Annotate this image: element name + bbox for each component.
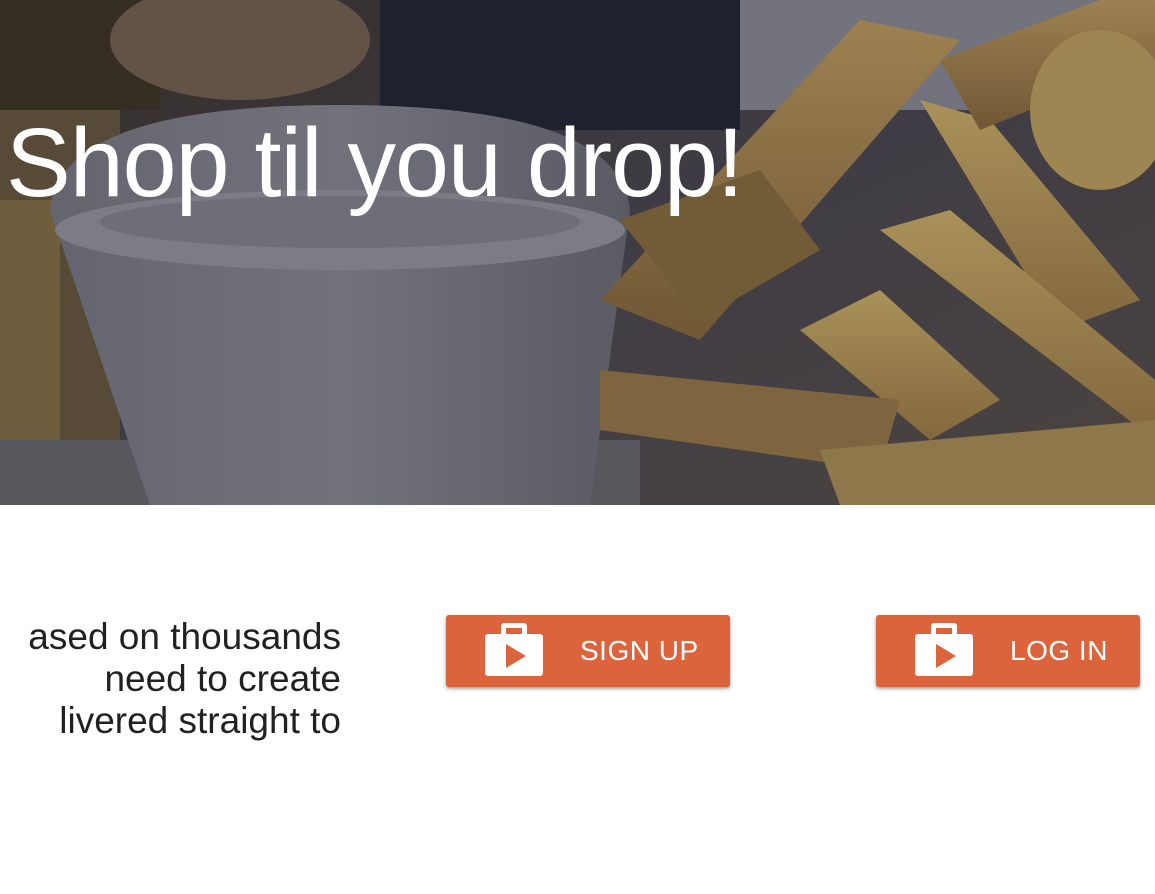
intro-blurb: ased on thousands need to create livered… bbox=[0, 616, 341, 742]
log-in-button[interactable]: LOG IN bbox=[876, 615, 1140, 687]
blurb-line: ased on thousands bbox=[28, 616, 341, 657]
main-content: ased on thousands need to create livered… bbox=[0, 505, 1155, 894]
hero-banner: Shop til you drop! bbox=[0, 0, 1155, 505]
hero-food-image bbox=[0, 0, 1155, 505]
sign-up-label: SIGN UP bbox=[580, 635, 699, 666]
hero-title: Shop til you drop! bbox=[6, 108, 744, 217]
sign-up-button[interactable]: SIGN UP bbox=[446, 615, 730, 687]
shopping-bag-play-icon bbox=[485, 623, 543, 676]
blurb-line: need to create bbox=[104, 658, 341, 699]
shopping-bag-play-icon bbox=[915, 623, 973, 676]
log-in-label: LOG IN bbox=[1010, 635, 1108, 666]
blurb-line: livered straight to bbox=[59, 700, 341, 741]
